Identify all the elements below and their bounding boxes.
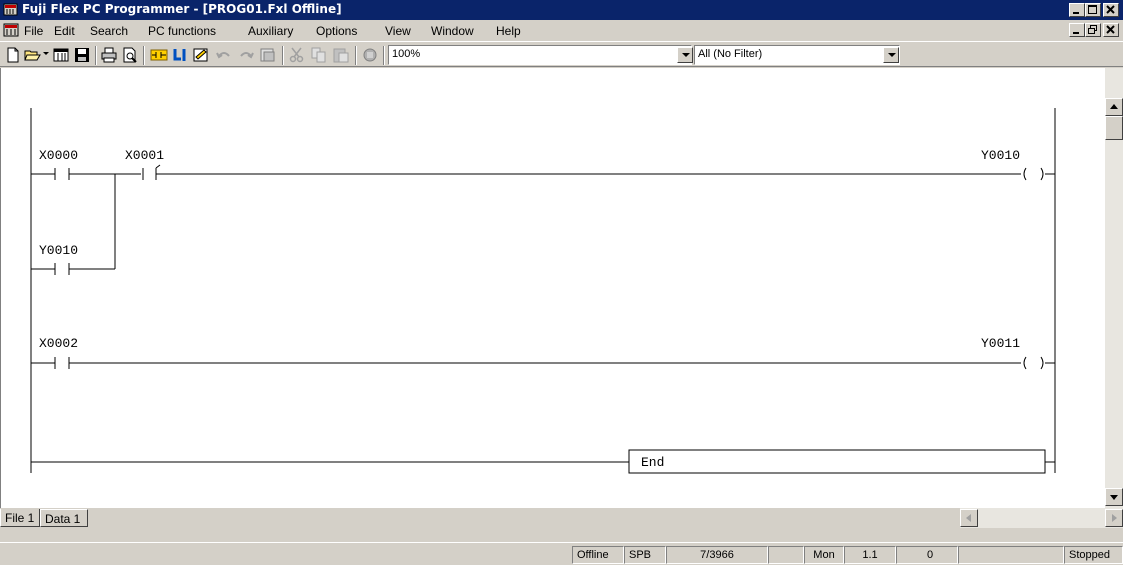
toolbar-separator [95, 46, 97, 65]
label-x0001: X0001 [125, 148, 165, 163]
status-day: Mon [804, 546, 844, 564]
zoom-combo[interactable]: 100% [388, 45, 693, 65]
ladder-editor[interactable]: X0000 X0001 Y0010 Y0010 X0002 Y0011 End [0, 68, 1105, 508]
sheet-tabs-bar: File 1 Data 1 [0, 508, 1123, 530]
toolbar: 100% All (No Filter) [0, 41, 1123, 67]
print-icon[interactable] [100, 47, 118, 63]
app-icon [3, 3, 18, 16]
transfer-icon[interactable] [259, 47, 277, 63]
zoom-dropdown-button[interactable] [677, 47, 693, 63]
status-blank-1 [768, 546, 804, 564]
menu-options[interactable]: Options [316, 23, 357, 39]
rung-2 [31, 356, 1055, 370]
label-x0002: X0002 [39, 336, 79, 351]
contact-icon[interactable] [150, 47, 168, 63]
menu-help[interactable]: Help [496, 23, 521, 39]
status-version: 1.1 [844, 546, 896, 564]
mdi-close-button[interactable] [1103, 23, 1119, 37]
arrow-down-icon [1110, 495, 1118, 500]
toolbar-separator [383, 46, 385, 65]
scroll-thumb[interactable] [1105, 116, 1123, 140]
minimize-button[interactable] [1069, 3, 1085, 17]
open-folder-icon[interactable] [24, 47, 42, 63]
status-state: Stopped [1064, 546, 1123, 564]
label-coil-y0010: Y0010 [981, 148, 1021, 163]
menu-auxiliary[interactable]: Auxiliary [248, 23, 293, 39]
toolbar-separator [282, 46, 284, 65]
coil-y0011 [1023, 356, 1044, 370]
toolbar-separator [143, 46, 145, 65]
menu-file[interactable]: File [24, 23, 43, 39]
arrow-right-icon [1112, 514, 1117, 522]
horizontal-scrollbar[interactable] [960, 508, 1123, 528]
contact-x0000 [51, 168, 70, 180]
save-icon[interactable] [73, 47, 91, 63]
coil-icon[interactable] [171, 47, 189, 63]
restore-icon [1088, 25, 1097, 34]
close-button[interactable] [1103, 3, 1119, 17]
tab-data-1[interactable]: Data 1 [40, 509, 88, 527]
status-type: SPB [624, 546, 666, 564]
contact-x0002 [54, 357, 70, 369]
label-coil-y0011: Y0011 [981, 336, 1021, 351]
end-label: End [641, 455, 665, 470]
title-bar: Fuji Flex PC Programmer - [PROG01.Fxl Of… [0, 0, 1123, 20]
window-title: Fuji Flex PC Programmer - [PROG01.Fxl Of… [22, 2, 342, 16]
menu-edit[interactable]: Edit [54, 23, 75, 39]
rung-1 [31, 164, 1055, 275]
label-x0000: X0000 [39, 148, 79, 163]
pc-icon[interactable] [52, 47, 70, 63]
copy-icon[interactable] [310, 47, 328, 63]
menu-pc-functions[interactable]: PC functions [148, 23, 216, 39]
menu-bar: File Edit Search PC functions Auxiliary … [0, 20, 1123, 41]
label-branch-y0010: Y0010 [39, 243, 79, 258]
menu-window[interactable]: Window [431, 23, 474, 39]
paste-icon[interactable] [332, 47, 350, 63]
minimize-icon [1073, 32, 1079, 34]
status-blank-2 [958, 546, 1064, 564]
coil-y0010 [1023, 167, 1044, 181]
maximize-icon [1088, 5, 1097, 14]
menu-search[interactable]: Search [90, 23, 128, 39]
contact-y0010-branch [54, 263, 70, 275]
mdi-restore-button[interactable] [1085, 23, 1101, 37]
filter-value: All (No Filter) [698, 48, 763, 60]
close-icon [1106, 5, 1115, 14]
scroll-down-button[interactable] [1105, 488, 1123, 506]
minimize-icon [1073, 12, 1079, 14]
scroll-up-button[interactable] [1105, 98, 1123, 116]
document-icon[interactable] [3, 22, 19, 38]
undo-icon[interactable] [215, 47, 233, 63]
filter-combo[interactable]: All (No Filter) [694, 45, 900, 65]
vertical-scrollbar[interactable] [1105, 68, 1123, 508]
status-count: 0 [896, 546, 958, 564]
status-bar: Offline SPB 7/3966 Mon 1.1 0 Stopped [0, 542, 1123, 565]
scroll-left-button[interactable] [960, 509, 978, 527]
arrow-up-icon [1110, 104, 1118, 109]
close-icon [1106, 25, 1115, 34]
cut-icon[interactable] [288, 47, 306, 63]
mdi-minimize-button[interactable] [1069, 23, 1085, 37]
maximize-button[interactable] [1085, 3, 1101, 17]
status-steps: 7/3966 [666, 546, 768, 564]
zoom-value: 100% [392, 48, 421, 60]
filter-dropdown-button[interactable] [883, 47, 899, 63]
arrow-left-icon [966, 514, 971, 522]
status-mode: Offline [572, 546, 624, 564]
edit-icon[interactable] [192, 47, 210, 63]
menu-view[interactable]: View [385, 23, 411, 39]
end-rung [31, 449, 1055, 474]
ladder-diagram [30, 108, 1056, 474]
print-preview-icon[interactable] [121, 47, 139, 63]
dropdown-arrow-icon[interactable] [43, 52, 49, 56]
redo-icon[interactable] [237, 47, 255, 63]
new-file-icon[interactable] [4, 47, 22, 63]
monitor-icon[interactable] [361, 47, 379, 63]
tab-file-1[interactable]: File 1 [0, 509, 40, 527]
toolbar-separator [355, 46, 357, 65]
scroll-right-button[interactable] [1105, 509, 1123, 527]
contact-x0001 [142, 164, 161, 180]
